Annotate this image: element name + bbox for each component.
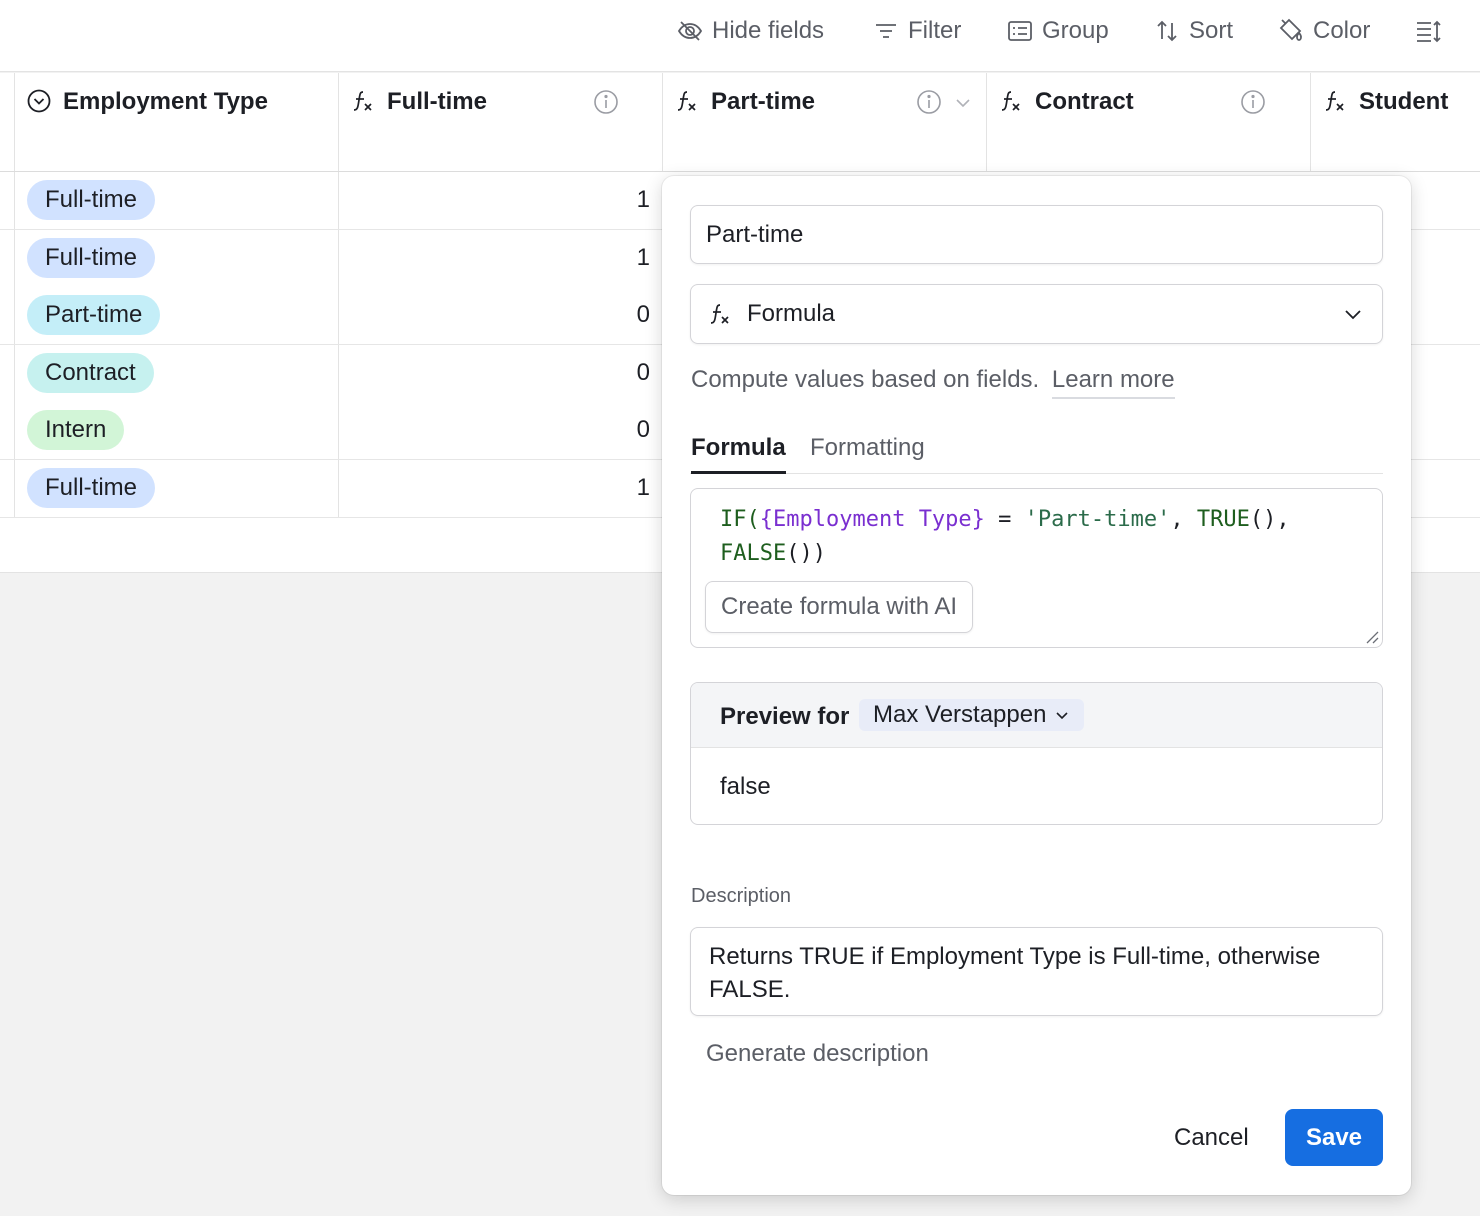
learn-more-link[interactable]: Learn more [1051,366,1175,399]
column-header-label: Employment Type [63,88,268,115]
column-header-label: Student [1359,88,1449,115]
column-header-contract[interactable]: Contract [986,73,1311,171]
option-pill: Intern [27,410,125,450]
formula-function: FALSE [720,541,787,566]
cell-value: 1 [636,186,650,213]
employment-type-cell[interactable]: Contract [14,345,339,402]
formula-editor[interactable]: IF({Employment Type} = 'Part-time', TRUE… [690,488,1383,648]
full-time-cell[interactable]: 0 [338,345,662,402]
option-pill: Full-time [27,468,156,508]
formula-function: TRUE [1196,507,1250,532]
employment-type-cell[interactable]: Full-time [14,460,339,517]
employment-type-cell[interactable]: Part-time [14,287,339,344]
full-time-cell[interactable]: 1 [338,460,662,517]
employment-type-cell[interactable]: Full-time [14,230,339,287]
generate-description-button[interactable]: Generate description [706,1040,929,1068]
formula-parens: ()) [786,541,826,566]
formula-parens: (), [1249,507,1290,532]
eye-slash-icon [676,17,704,45]
resize-handle-icon[interactable] [1365,630,1379,644]
hide-fields-button[interactable]: Hide fields [676,14,824,48]
full-time-cell[interactable]: 0 [338,287,662,344]
preview-value: false [720,773,771,800]
employment-type-cell[interactable]: Intern [14,402,339,459]
help-text: Compute values based on fields. [691,366,1040,393]
cell-value: 1 [636,244,650,271]
preview-record-select[interactable]: Max Verstappen [859,699,1085,731]
color-label: Color [1313,17,1371,44]
column-header-student[interactable]: Student [1310,73,1480,171]
option-pill: Part-time [27,295,161,335]
formula-separator: , [1170,507,1197,532]
cell-value: 1 [636,474,650,501]
formula-preview: Preview for Max Verstappen false [690,682,1383,825]
grid-header: Employment Type Full-time Part-time Cont… [0,73,1480,172]
full-time-cell[interactable]: 1 [338,172,662,229]
view-toolbar: Hide fields Filter Group Sort Color [0,0,1480,72]
preview-label: Preview for [720,703,850,730]
option-pill: Full-time [27,238,156,278]
save-button[interactable]: Save [1285,1109,1383,1166]
create-formula-ai-button[interactable]: Create formula with AI [705,581,974,633]
chevron-down-icon [1054,707,1070,723]
chevron-down-icon[interactable] [953,93,973,113]
row-height-icon [1414,17,1442,45]
editor-tabs: Formula Formatting [690,434,1383,474]
formula-icon [349,87,377,115]
preview-record-name: Max Verstappen [873,701,1047,728]
option-pill: Full-time [27,180,156,220]
column-header-full-time[interactable]: Full-time [338,73,663,171]
single-select-icon [25,87,53,115]
cancel-button[interactable]: Cancel [1158,1109,1265,1166]
column-header-label: Part-time [711,88,816,115]
group-button[interactable]: Group [1006,14,1109,48]
field-type-label: Formula [747,300,836,327]
hide-fields-label: Hide fields [712,17,825,44]
sort-button[interactable]: Sort [1153,14,1233,48]
field-type-select[interactable]: Formula [690,284,1383,344]
formula-function: IF( [720,507,760,532]
filter-button[interactable]: Filter [872,14,961,48]
column-header-part-time[interactable]: Part-time [662,73,987,171]
cell-value: 0 [636,416,650,443]
column-header-label: Full-time [387,88,487,115]
chevron-down-icon [1342,303,1364,325]
group-label: Group [1042,17,1109,44]
full-time-cell[interactable]: 1 [338,230,662,287]
sort-label: Sort [1189,17,1234,44]
formula-operator: = [984,507,1025,532]
option-pill: Contract [27,353,154,393]
info-icon[interactable] [1240,89,1266,115]
sort-icon [1153,17,1181,45]
employment-type-cell[interactable]: Full-time [14,172,339,229]
cell-value: 0 [636,301,650,328]
formula-icon [1321,87,1349,115]
color-button[interactable]: Color [1277,14,1370,48]
info-icon[interactable] [916,89,942,115]
formula-string: 'Part-time' [1024,507,1171,532]
formula-icon [707,301,733,327]
group-icon [1006,17,1034,45]
cell-value: 0 [636,359,650,386]
row-height-button[interactable] [1414,14,1442,48]
paint-bucket-icon [1277,17,1305,45]
filter-label: Filter [908,17,962,44]
formula-icon [673,87,701,115]
field-editor-popover: Part-time Formula Compute values based o… [662,176,1411,1195]
preview-header: Preview for Max Verstappen [691,683,1382,748]
filter-icon [872,17,900,45]
column-header-employment-type[interactable]: Employment Type [14,73,339,171]
column-header-label: Contract [1035,88,1134,115]
tab-formula[interactable]: Formula [691,434,786,474]
field-type-description: Compute values based on fields. Learn mo… [691,366,1175,399]
tab-formatting[interactable]: Formatting [810,434,925,474]
description-input[interactable]: Returns TRUE if Employment Type is Full-… [690,927,1383,1016]
full-time-cell[interactable]: 0 [338,402,662,459]
formula-icon [997,87,1025,115]
formula-field-ref: {Employment Type} [759,507,985,532]
formula-code[interactable]: IF({Employment Type} = 'Part-time', TRUE… [720,503,1370,571]
description-label: Description [691,885,792,907]
info-icon[interactable] [593,89,619,115]
field-name-input[interactable]: Part-time [690,205,1383,264]
